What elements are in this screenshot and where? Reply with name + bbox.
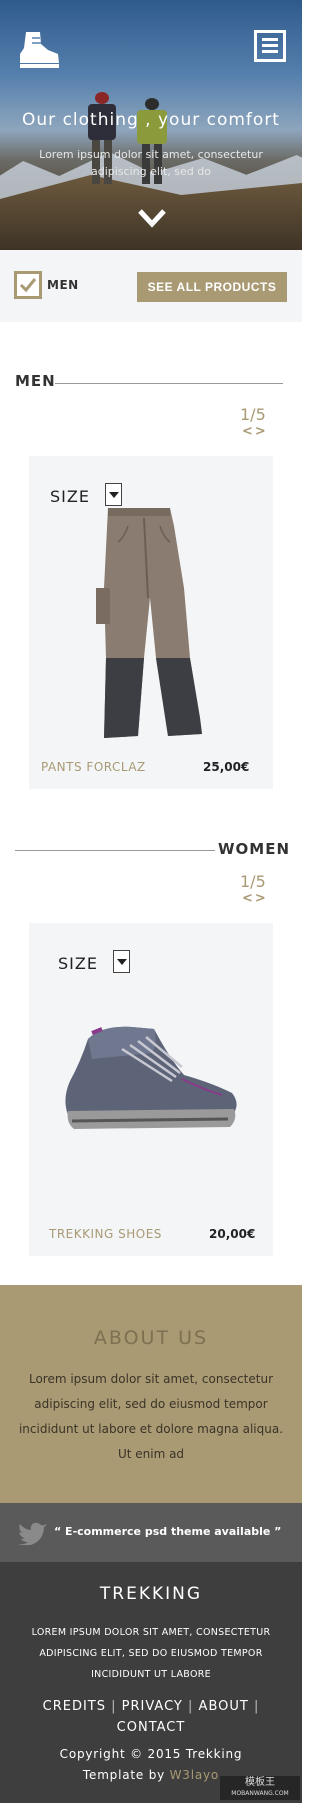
hero-banner: Our clothing , your comfort Lorem ipsum … — [0, 0, 302, 250]
shoe-image — [65, 1026, 237, 1129]
pager-men: 1/5 — [240, 405, 266, 424]
boot-logo-icon[interactable] — [18, 30, 60, 70]
footer-link-credits[interactable]: CREDITS — [43, 1699, 106, 1714]
chevron-down-icon[interactable] — [137, 206, 167, 230]
about-section: ABOUT US Lorem ipsum dolor sit amet, con… — [0, 1285, 302, 1503]
product-card-men[interactable]: SIZE PANTS FORCLAZ 25,00€ — [29, 456, 273, 789]
footer-link-about[interactable]: ABOUT — [199, 1699, 249, 1714]
footer-brand: TREKKING — [99, 1584, 203, 1604]
size-label: SIZE — [50, 487, 90, 506]
about-text: Lorem ipsum dolor sit amet, consectetur … — [18, 1372, 284, 1461]
menu-icon[interactable] — [254, 30, 286, 62]
hero-subtitle: Lorem ipsum dolor sit amet, consectetur … — [39, 148, 263, 178]
hero-title: Our clothing , your comfort — [22, 110, 280, 130]
size-label: SIZE — [58, 954, 98, 973]
filter-label: MEN — [47, 278, 79, 292]
carousel-arrows-women[interactable]: <> — [242, 891, 268, 906]
product-price: 20,00€ — [209, 1227, 256, 1241]
men-checkbox[interactable] — [14, 271, 42, 299]
link-separator: | — [111, 1699, 122, 1714]
copyright-text: Copyright © 2015 Trekking — [59, 1747, 243, 1761]
twitter-bird-icon[interactable] — [18, 1521, 48, 1545]
tweet-bar: “ E-commerce psd theme available ” — [0, 1503, 302, 1562]
footer: TREKKING LOREM IPSUM DOLOR SIT AMET, CON… — [0, 1562, 302, 1803]
section-title-women: WOMEN — [218, 840, 291, 858]
footer-description: LOREM IPSUM DOLOR SIT AMET, CONSECTETUR … — [31, 1627, 271, 1680]
footer-links: CREDITS | PRIVACY | ABOUT | CONTACT — [20, 1696, 282, 1738]
link-separator: | — [253, 1699, 260, 1714]
watermark-line1: 模板王 — [245, 1777, 275, 1788]
tweet-text: “ E-commerce psd theme available ” — [54, 1525, 282, 1538]
checkmark-icon — [19, 278, 37, 293]
section-divider — [55, 383, 283, 384]
product-name[interactable]: TREKKING SHOES — [49, 1227, 162, 1241]
pager-women: 1/5 — [240, 872, 266, 891]
template-by-prefix: Template by — [82, 1768, 166, 1782]
product-card-women[interactable]: SIZE TREKKING SHOES 20,00€ — [29, 923, 273, 1256]
link-separator: | — [188, 1699, 199, 1714]
footer-link-privacy[interactable]: PRIVACY — [122, 1699, 183, 1714]
pants-image — [96, 508, 202, 738]
watermark-line2: MOBANWANG.COM — [231, 1790, 289, 1797]
size-select[interactable] — [113, 950, 130, 973]
carousel-arrows-men[interactable]: <> — [242, 424, 268, 439]
size-select[interactable] — [105, 483, 122, 506]
product-name[interactable]: PANTS FORCLAZ — [41, 760, 146, 774]
about-title: ABOUT US — [93, 1327, 209, 1349]
section-divider — [15, 850, 215, 851]
watermark-logo: 模板王 MOBANWANG.COM — [220, 1776, 300, 1800]
product-price: 25,00€ — [203, 760, 250, 774]
footer-link-contact[interactable]: CONTACT — [117, 1720, 186, 1735]
template-author-link[interactable]: W3layo — [170, 1768, 219, 1782]
see-all-products-button[interactable]: SEE ALL PRODUCTS — [137, 272, 287, 302]
section-title-men: MEN — [15, 372, 56, 390]
